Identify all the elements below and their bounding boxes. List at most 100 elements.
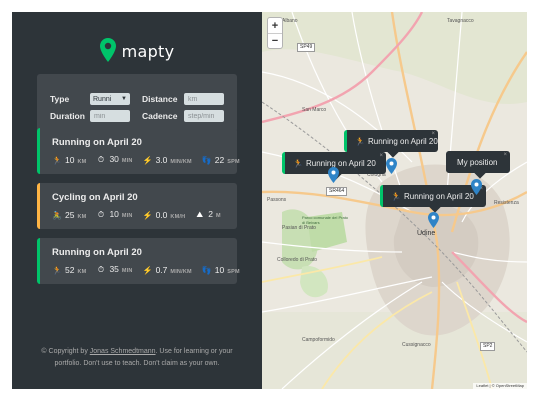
- distance-input[interactable]: [184, 93, 224, 105]
- lightning-icon: ⚡: [142, 265, 153, 275]
- pace-stat: ⚡ 3.0 MIN/KM: [143, 155, 192, 165]
- distance-value: 52: [65, 264, 75, 275]
- cadence-unit: SPM: [227, 158, 240, 165]
- footprint-icon: 👣: [201, 155, 212, 165]
- cadence-stat: 👣 22 SPM: [202, 155, 240, 165]
- map-marker-icon[interactable]: [328, 167, 339, 183]
- popup-text: Running on April 20: [367, 136, 438, 146]
- workout-stats: 🚴 25 KM ⏱ 10 MIN ⚡ 0.0 KM/H ⛰ 2 M: [52, 209, 231, 220]
- cadence-value: 10: [214, 264, 225, 275]
- town-label: Campoformido: [302, 337, 335, 343]
- type-label: Type: [50, 94, 70, 104]
- duration-stat: ⏱ 10 MIN: [96, 209, 133, 220]
- map-marker-icon[interactable]: [386, 158, 397, 174]
- workout-title: Running on April 20: [52, 137, 142, 148]
- town-label: Pasian di Prato: [282, 225, 316, 231]
- elevation-stat: ⛰ 2 M: [195, 209, 221, 220]
- pace-value: 0.7: [155, 264, 168, 275]
- town-label: Passons: [267, 197, 287, 203]
- running-icon: 🏃: [391, 191, 401, 201]
- lightning-icon: ⚡: [142, 155, 153, 165]
- duration-stat: ⏱ 35 MIN: [96, 264, 133, 275]
- pace-value: 3.0: [155, 154, 168, 165]
- road-label: SR464: [326, 187, 348, 196]
- distance-label: Distance: [142, 94, 178, 104]
- duration-unit: MIN: [121, 158, 133, 164]
- close-icon[interactable]: ×: [431, 131, 435, 137]
- town-label: Colloredo di Prato: [277, 257, 318, 263]
- park-label: Parco comunale del Prato di Beivars: [302, 215, 349, 225]
- map-attribution[interactable]: Leaflet | © OpenStreetMap: [473, 383, 527, 389]
- stopwatch-icon: ⏱: [97, 210, 105, 219]
- elevation-unit: M: [216, 213, 221, 219]
- cadence-stat: 👣 10 SPM: [202, 265, 240, 275]
- author-link[interactable]: Jonas Schmedtmann: [90, 348, 156, 355]
- cadence-value: 22: [214, 154, 225, 165]
- copyright-text: © Copyright by Jonas Schmedtmann. Use fo…: [34, 346, 240, 370]
- speed-stat: ⚡ 0.0 KM/H: [143, 210, 186, 220]
- popup-text: My position: [457, 157, 498, 167]
- workout-popup[interactable]: 🏃 Running on April 20 ×: [344, 130, 438, 158]
- type-select-value: Runni: [93, 95, 112, 103]
- duration-input[interactable]: [90, 110, 130, 122]
- workout-title: Running on April 20: [52, 247, 142, 258]
- mountain-icon: ⛰: [196, 210, 204, 219]
- distance-value: 25: [65, 209, 75, 220]
- popup-text: Running on April 20: [403, 191, 474, 201]
- cadence-input[interactable]: [184, 110, 224, 122]
- town-label: Resistenza: [494, 200, 519, 206]
- speed-unit: KM/H: [170, 213, 186, 220]
- close-icon[interactable]: ×: [379, 153, 383, 159]
- duration-label: Duration: [50, 111, 85, 121]
- workout-item[interactable]: Running on April 20 🏃 10 KM ⏱ 30 MIN ⚡ 3…: [37, 128, 240, 174]
- chevron-down-icon: ▼: [121, 96, 127, 102]
- close-icon[interactable]: ×: [503, 152, 507, 158]
- duration-value: 30: [109, 154, 119, 164]
- town-label: Tavagnacco: [447, 18, 474, 24]
- pace-unit: MIN/KM: [170, 268, 192, 275]
- city-label: Udine: [417, 230, 436, 237]
- elevation-value: 2: [208, 209, 214, 219]
- distance-unit: KM: [77, 158, 87, 165]
- town-label: Cussignacco: [402, 342, 431, 348]
- workout-item[interactable]: Running on April 20 🏃 52 KM ⏱ 35 MIN ⚡ 0…: [37, 238, 240, 284]
- map-marker-icon[interactable]: [428, 212, 439, 228]
- pace-stat: ⚡ 0.7 MIN/KM: [143, 265, 192, 275]
- road-label: SP49: [297, 43, 316, 52]
- sidebar: mapty Type Runni ▼ Distance Duration Cad…: [12, 12, 262, 389]
- distance-stat: 🚴 25 KM: [52, 210, 86, 220]
- town-label: Albano: [282, 18, 298, 24]
- workout-title: Cycling on April 20: [52, 192, 138, 203]
- popup-text: Running on April 20: [305, 158, 376, 168]
- zoom-control: + −: [267, 17, 283, 49]
- duration-value: 10: [109, 209, 119, 219]
- logo-text: mapty: [121, 41, 175, 61]
- type-select[interactable]: Runni ▼: [90, 93, 130, 105]
- logo: mapty: [12, 38, 262, 64]
- duration-value: 35: [109, 264, 119, 274]
- duration-stat: ⏱ 30 MIN: [96, 154, 133, 165]
- speed-value: 0.0: [155, 209, 168, 220]
- cadence-unit: SPM: [227, 268, 240, 275]
- position-popup[interactable]: My position ×: [446, 151, 510, 179]
- copyright-prefix: © Copyright by: [41, 348, 90, 355]
- workout-item[interactable]: Cycling on April 20 🚴 25 KM ⏱ 10 MIN ⚡ 0…: [37, 183, 237, 229]
- workout-stats: 🏃 52 KM ⏱ 35 MIN ⚡ 0.7 MIN/KM 👣 10 SPM: [52, 264, 250, 275]
- road-label: SP2: [480, 342, 496, 351]
- distance-unit: KM: [77, 268, 87, 275]
- stopwatch-icon: ⏱: [97, 155, 105, 164]
- workout-stats: 🏃 10 KM ⏱ 30 MIN ⚡ 3.0 MIN/KM 👣 22 SPM: [52, 154, 250, 165]
- map-marker-icon[interactable]: [471, 179, 482, 195]
- cadence-label: Cadence: [142, 111, 178, 121]
- running-icon: 🏃: [355, 136, 365, 146]
- distance-unit: KM: [77, 213, 87, 220]
- map[interactable]: Albano Tavagnacco San Marco Passons Coll…: [262, 12, 527, 389]
- duration-unit: MIN: [121, 213, 133, 219]
- footprint-icon: 👣: [201, 265, 212, 275]
- town-label: San Marco: [302, 107, 327, 113]
- running-icon: 🏃: [52, 265, 62, 275]
- zoom-out-button[interactable]: −: [268, 33, 282, 48]
- zoom-in-button[interactable]: +: [268, 18, 282, 33]
- lightning-icon: ⚡: [142, 210, 153, 220]
- duration-unit: MIN: [121, 268, 133, 274]
